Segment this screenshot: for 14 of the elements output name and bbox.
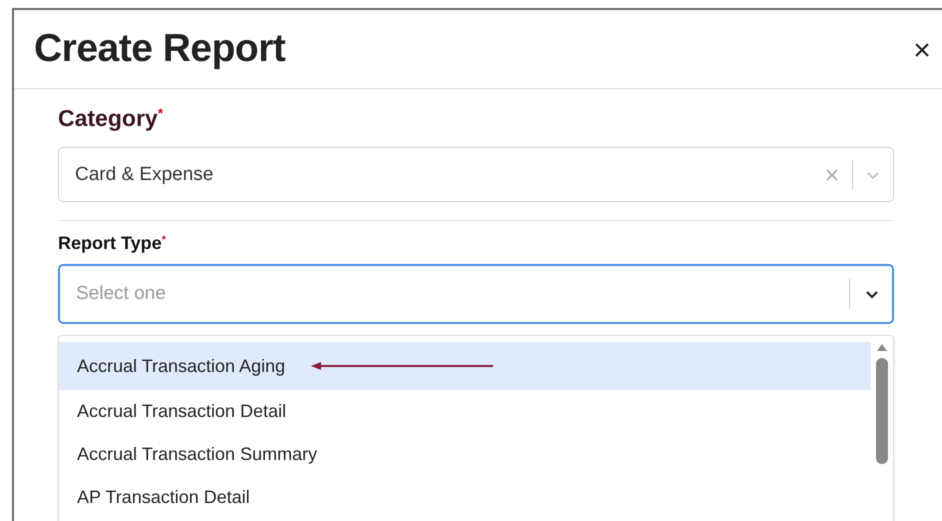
field-label: Category*	[58, 105, 164, 133]
scroll-up-icon	[876, 342, 888, 352]
report-type-input[interactable]: Select one	[76, 283, 849, 305]
clear-icon	[824, 166, 840, 182]
dialog-title: Create Report	[34, 27, 286, 71]
field-label: Report Type*	[58, 233, 167, 255]
close-button[interactable]: ×	[902, 34, 942, 68]
report-type-select[interactable]: Select one	[58, 264, 894, 324]
dropdown-option[interactable]: Accrual Transaction Summary	[59, 433, 871, 476]
dropdown-option[interactable]: AP Transaction Detail	[59, 476, 871, 519]
dropdown-option[interactable]: Accrual Transaction Detail	[59, 390, 871, 433]
category-select[interactable]: Card & Expense	[58, 147, 894, 202]
dropdown-option[interactable]: Accrual Transaction Aging	[59, 342, 871, 390]
scrollbar-thumb[interactable]	[876, 358, 888, 464]
